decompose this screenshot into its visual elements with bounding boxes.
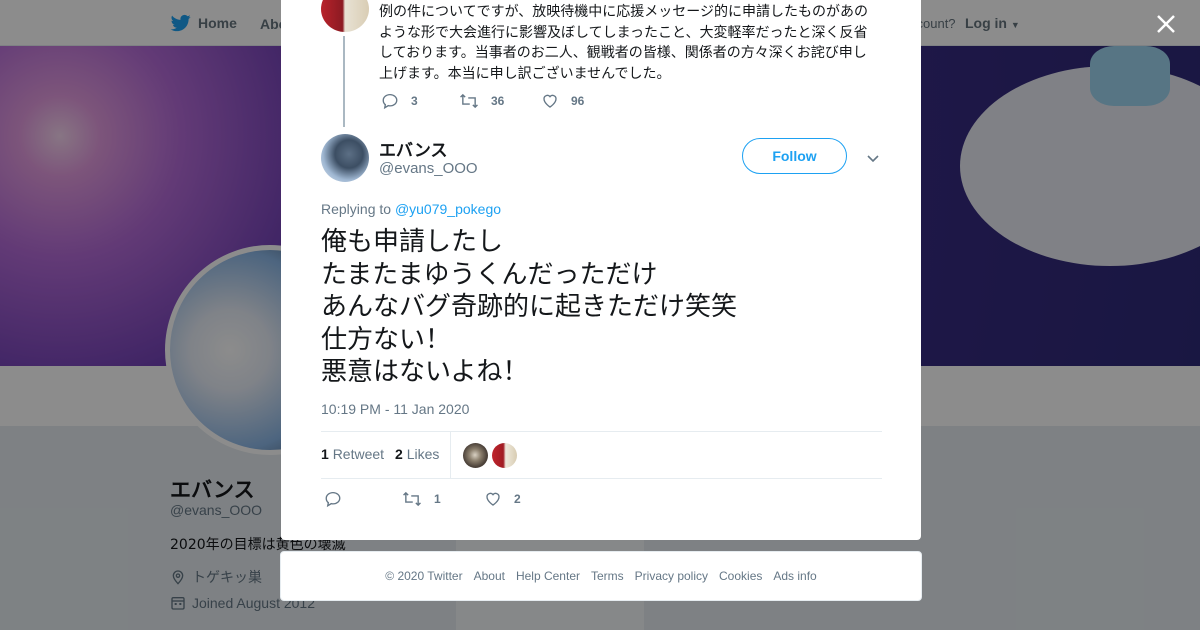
footer-help-center-link[interactable]: Help Center [516,569,580,583]
reply-icon [325,491,341,508]
retweets-count: 1 [321,446,329,462]
tweet-modal: 例の件についてですが、放映待機中に応援メッセージ的に申請したものがあのような形で… [281,0,921,540]
author-name[interactable]: エバンス [379,136,448,161]
liker-avatar[interactable] [492,443,517,468]
author-handle[interactable]: @evans_OOO [379,160,478,177]
parent-tweet-text: 例の件についてですが、放映待機中に応援メッセージ的に申請したものがあのような形で… [379,4,869,82]
footer: © 2020 Twitter About Help Center Terms P… [280,551,922,601]
like-button[interactable]: 2 [484,490,521,508]
footer-privacy-link[interactable]: Privacy policy [635,569,708,583]
tweet-line: たまたまゆうくんだっただけ [321,259,658,290]
retweets-stat[interactable]: 1 Retweet [321,446,384,462]
parent-reply-count: 3 [411,94,418,108]
likes-label: Likes [406,446,440,462]
parent-retweet-button[interactable]: 36 [459,92,541,110]
thread-connector-line [343,36,345,127]
author-avatar[interactable] [321,134,369,182]
retweet-button[interactable]: 1 [402,490,484,508]
heart-icon [486,492,500,506]
tweet-actions: 1 2 [324,490,521,508]
likes-stat[interactable]: 2 Likes [395,446,439,462]
tweet-timestamp[interactable]: 10:19 PM - 11 Jan 2020 [321,401,469,417]
retweet-icon [403,491,421,507]
tweet-stats: 1 Retweet 2 Likes [321,431,882,479]
reply-icon [382,93,398,110]
replying-prefix: Replying to [321,201,392,217]
tweet-text: 俺も申請したし たまたまゆうくんだっただけ あんなバグ奇跡的に起きただけ笑笑 仕… [321,226,881,389]
parent-like-count: 96 [571,94,585,108]
footer-ads-info-link[interactable]: Ads info [773,569,816,583]
replying-to: Replying to @yu079_pokego [321,201,501,217]
parent-reply-button[interactable]: 3 [381,92,459,110]
retweet-icon [460,93,478,109]
close-icon [1157,15,1175,33]
like-count: 2 [514,492,521,506]
tweet-line: 仕方ない！ [321,324,452,355]
close-button[interactable] [1152,10,1180,38]
likes-count: 2 [395,446,403,462]
tweet-line: あんなバグ奇跡的に起きただけ笑笑 [321,292,738,322]
parent-retweet-count: 36 [491,94,505,108]
tweet-line: 悪意はないよね！ [321,357,529,387]
parent-tweet-avatar[interactable] [321,0,369,32]
liker-avatar[interactable] [463,443,488,468]
parent-tweet-actions: 3 36 96 [381,92,584,110]
follow-button[interactable]: Follow [742,138,847,174]
chevron-down-icon[interactable] [865,150,881,166]
footer-terms-link[interactable]: Terms [591,569,624,583]
retweet-count: 1 [434,492,441,506]
footer-cookies-link[interactable]: Cookies [719,569,762,583]
stats-divider [450,432,451,478]
replying-to-link[interactable]: @yu079_pokego [395,201,501,217]
reply-button[interactable] [324,490,402,508]
retweets-label: Retweet [332,446,385,462]
footer-about-link[interactable]: About [474,569,505,583]
tweet-line: 俺も申請したし [321,227,504,257]
parent-like-button[interactable]: 96 [541,92,584,110]
heart-icon [543,94,557,108]
footer-copyright: © 2020 Twitter [385,569,463,583]
